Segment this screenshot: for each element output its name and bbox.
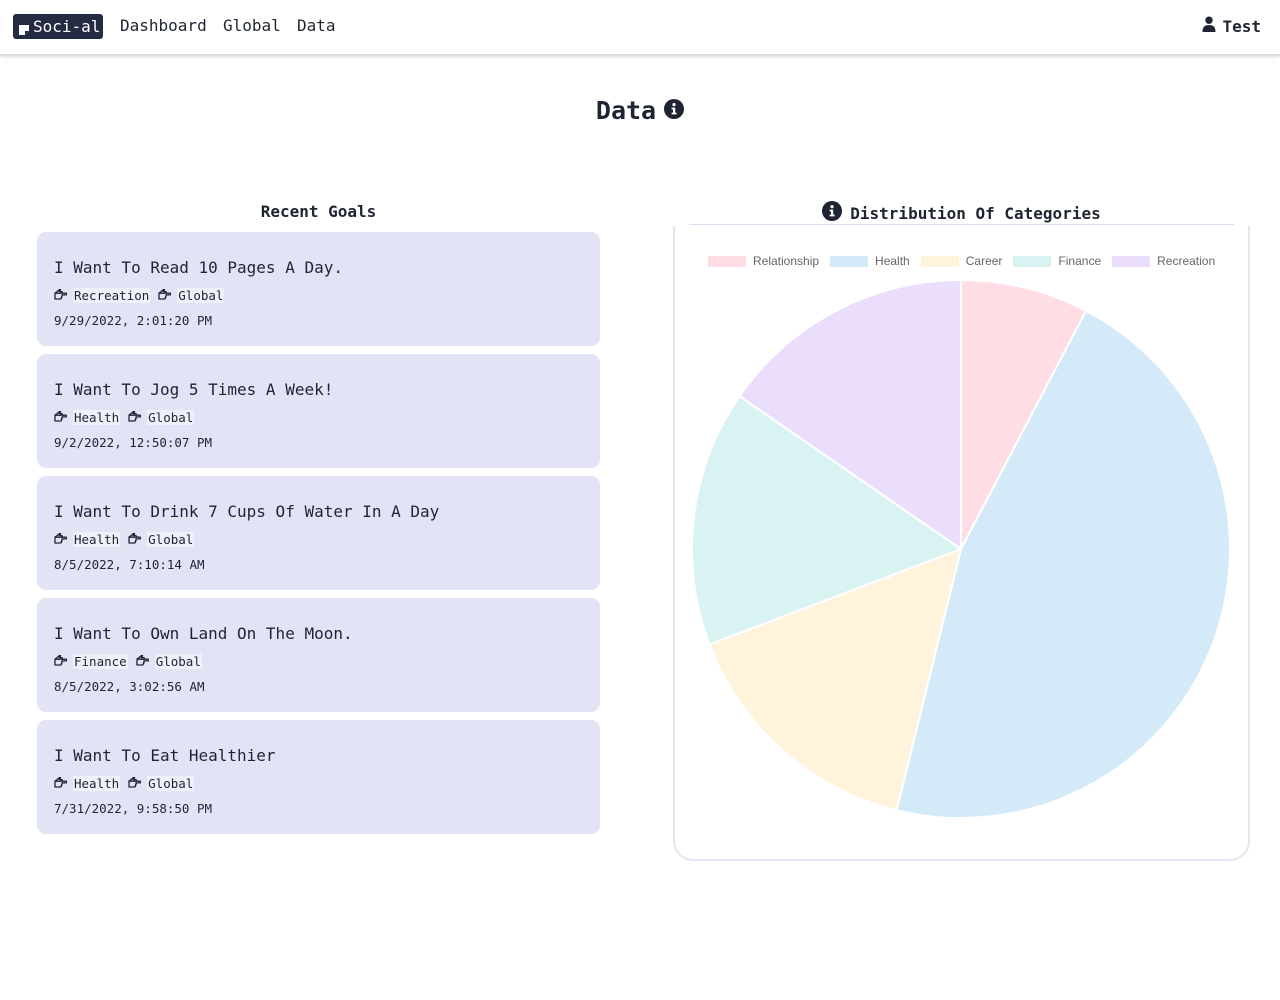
pie-chart bbox=[691, 278, 1231, 819]
